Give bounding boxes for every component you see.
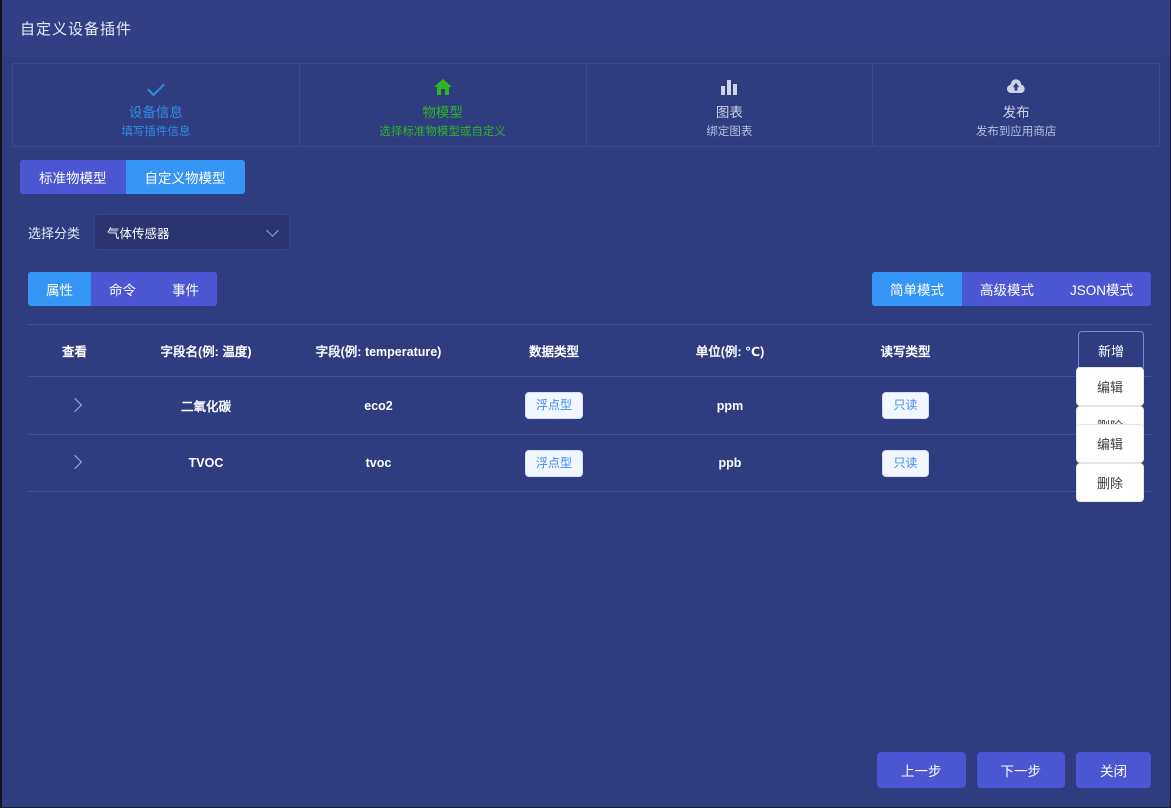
rw-badge: 只读 [882,449,929,477]
next-step-button[interactable]: 下一步 [976,752,1065,788]
column-header-rw: 读写类型 [880,344,931,359]
category-label: 选择分类 [28,225,81,241]
dialog-titlebar: 自定义设备插件 [2,0,1170,57]
model-type-tabs: 标准物模型 自定义物模型 [20,160,1170,194]
stepper: 设备信息 填写插件信息 物模型 选择标准物模型或自定义 图表 绑定图表 发布 发… [12,63,1160,147]
category-row: 选择分类 气体传感器 [28,214,1170,250]
step-title: 物模型 [422,105,463,120]
delete-button[interactable]: 删除 [1075,463,1144,502]
edit-mode-group: 简单模式 高级模式 JSON模式 [871,272,1151,306]
cell-unit: ppb [718,456,742,470]
step-title: 设备信息 [128,105,183,120]
segment-properties[interactable]: 属性 [28,272,91,306]
segment-json-mode[interactable]: JSON模式 [1051,272,1151,306]
datatype-badge: 浮点型 [524,392,583,419]
chevron-right-icon[interactable] [67,397,82,412]
close-button[interactable]: 关闭 [1076,752,1151,788]
step-title: 图表 [715,105,743,120]
edit-button[interactable]: 编辑 [1075,366,1144,406]
table-header-row: 查看 字段名(例: 温度) 字段(例: temperature) 数据类型 单位… [28,324,1151,376]
step-charts[interactable]: 图表 绑定图表 [586,63,874,147]
column-header-datatype: 数据类型 [528,344,579,359]
column-header-field: 字段(例: temperature) [315,344,442,359]
step-desc: 发布到应用商店 [975,126,1057,138]
step-publish[interactable]: 发布 发布到应用商店 [873,63,1160,147]
cell-unit: ppm [716,398,744,413]
step-desc: 绑定图表 [706,126,753,138]
segment-events[interactable]: 事件 [154,272,217,306]
category-select[interactable]: 气体传感器 [94,214,291,250]
segment-simple-mode[interactable]: 简单模式 [871,272,962,306]
step-desc: 选择标准物模型或自定义 [379,126,506,138]
cell-name: 二氧化碳 [180,399,231,414]
category-select-value: 气体传感器 [107,226,170,241]
tab-custom-model[interactable]: 自定义物模型 [125,160,245,194]
datatype-badge: 浮点型 [524,449,583,477]
properties-table: 查看 字段名(例: 温度) 字段(例: temperature) 数据类型 单位… [28,324,1151,502]
prev-step-button[interactable]: 上一步 [877,752,966,788]
segment-bar: 属性 命令 事件 简单模式 高级模式 JSON模式 [28,272,1151,306]
home-icon [300,73,586,99]
dialog-footer: 上一步 下一步 关闭 [877,752,1151,788]
column-header-unit: 单位(例: ℃) [695,344,765,359]
chevron-right-icon[interactable] [67,454,82,470]
cloud-upload-icon [873,73,1159,99]
bar-chart-icon [587,73,873,99]
cell-field: tvoc [365,456,392,470]
cell-name: TVOC [188,456,224,470]
add-button[interactable]: 新增 [1077,331,1144,370]
chevron-down-icon [266,223,279,237]
step-title: 发布 [1002,105,1030,120]
cell-field: eco2 [364,398,393,413]
rw-badge: 只读 [882,392,929,419]
check-icon [13,73,299,99]
table-row: 二氧化碳 eco2 浮点型 ppm 只读 编辑 删除 [28,366,1151,445]
custom-device-plugin-dialog: 自定义设备插件 设备信息 填写插件信息 物模型 选择标准物模型或自定义 图表 绑… [0,0,1171,808]
column-header-name: 字段名(例: 温度) [160,344,252,359]
tab-standard-model[interactable]: 标准物模型 [20,160,126,194]
table-row: TVOC tvoc 浮点型 ppb 只读 编辑 删除 [28,424,1151,502]
edit-button[interactable]: 编辑 [1075,424,1144,463]
segment-advanced-mode[interactable]: 高级模式 [961,272,1052,306]
step-desc: 填写插件信息 [121,126,191,138]
step-device-info[interactable]: 设备信息 填写插件信息 [12,63,300,147]
property-command-event-group: 属性 命令 事件 [28,272,217,306]
step-thing-model[interactable]: 物模型 选择标准物模型或自定义 [299,63,587,147]
column-header-view: 查看 [61,344,87,359]
page-title: 自定义设备插件 [20,21,133,38]
segment-commands[interactable]: 命令 [91,272,154,306]
